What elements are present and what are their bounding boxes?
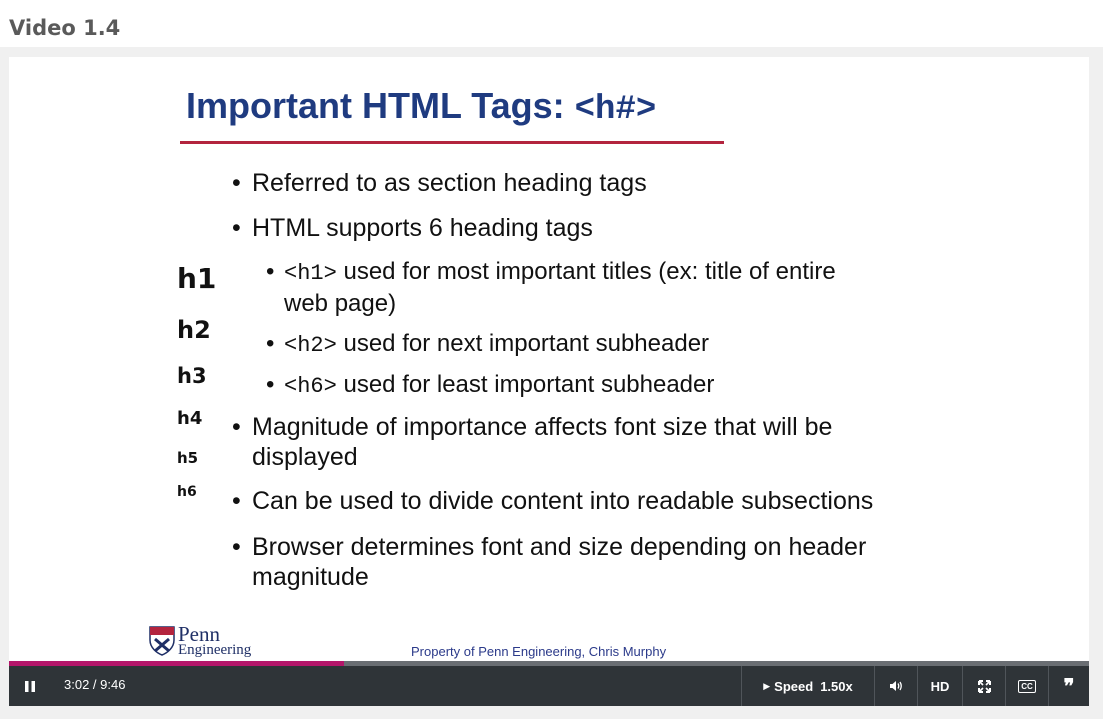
sub-bullet-h6-text: used for least important subheader xyxy=(336,371,715,398)
fullscreen-icon xyxy=(977,679,991,693)
duration: 9:46 xyxy=(100,677,126,692)
heading-sample-h5: h5 xyxy=(177,449,199,467)
speed-button[interactable]: ▶ Speed 1.50x xyxy=(742,666,874,706)
slide-title-code: <h#> xyxy=(574,91,657,129)
penn-engineering-logo: Penn Engineering xyxy=(149,622,269,660)
volume-button[interactable] xyxy=(875,666,917,706)
sub-bullet-h1-text-cont: web page) xyxy=(284,290,397,317)
heading-sample-h3: h3 xyxy=(177,364,207,388)
pause-button[interactable] xyxy=(15,666,45,706)
slide-title-text: Important HTML Tags: xyxy=(186,85,575,126)
h2-code: <h2> xyxy=(284,333,337,358)
h6-code: <h6> xyxy=(284,374,337,399)
time-display: 3:02 / 9:46 xyxy=(64,677,126,692)
sub-bullet-h1-text: used for most important titles (ex: titl… xyxy=(336,258,836,285)
hd-button[interactable]: HD xyxy=(918,666,962,706)
heading-sample-h4: h4 xyxy=(177,408,203,429)
sub-bullet-h2-text: used for next important subheader xyxy=(336,330,710,357)
slide-title: Important HTML Tags: <h#> xyxy=(186,85,656,129)
heading-sample-h2: h2 xyxy=(177,316,211,344)
pause-icon xyxy=(25,680,35,692)
bullet-4-text: Can be used to divide content into reada… xyxy=(252,487,874,515)
bullet-3: • Magnitude of importance affects font si… xyxy=(232,413,833,471)
volume-icon xyxy=(890,681,902,691)
sub-bullet-h2: • <h2> used for next important subheader xyxy=(266,330,710,358)
penn-shield-icon xyxy=(149,626,175,656)
video-player[interactable]: Important HTML Tags: <h#> • Referred to a… xyxy=(9,57,1089,662)
closed-captions-icon: CC xyxy=(1018,679,1036,693)
player-controls: 3:02 / 9:46 ▶ Speed 1.50x HD CC ❞ xyxy=(9,666,1089,706)
bullet-4: • Can be used to divide content into read… xyxy=(232,487,874,515)
bullet-3-text-cont: displayed xyxy=(252,443,358,471)
speed-value: 1.50x xyxy=(820,678,853,694)
bullet-5-text-cont: magnitude xyxy=(252,563,369,591)
page-heading: Video 1.4 xyxy=(9,16,121,40)
bullet-3-text: Magnitude of importance affects font siz… xyxy=(252,413,833,441)
sub-bullet-h1: • <h1> used for most important titles (ex… xyxy=(266,258,836,317)
bullet-1: • Referred to as section heading tags xyxy=(232,169,647,197)
bullet-2: • HTML supports 6 heading tags xyxy=(232,214,593,242)
title-underline xyxy=(180,141,724,144)
speed-label: Speed xyxy=(774,678,814,694)
sub-bullet-h6: • <h6> used for least important subheader xyxy=(266,371,715,399)
transcript-quote-icon: ❞ xyxy=(1063,674,1075,698)
bullet-1-text: Referred to as section heading tags xyxy=(252,169,647,197)
heading-sample-h1: h1 xyxy=(177,262,217,295)
current-time: 3:02 xyxy=(64,677,90,692)
copyright-text: Property of Penn Engineering, Chris Murp… xyxy=(411,644,667,659)
bullet-2-text: HTML supports 6 heading tags xyxy=(252,214,593,242)
h1-code: <h1> xyxy=(284,261,337,286)
transcript-button[interactable]: ❞ xyxy=(1049,666,1089,706)
fullscreen-button[interactable] xyxy=(963,666,1005,706)
logo-engineering-text: Engineering xyxy=(178,642,252,658)
caret-right-icon: ▶ xyxy=(763,680,771,691)
bullet-5: • Browser determines font and size depend… xyxy=(232,533,867,591)
closed-captions-button[interactable]: CC xyxy=(1006,666,1048,706)
heading-sample-h6: h6 xyxy=(177,484,197,500)
bullet-5-text: Browser determines font and size dependi… xyxy=(252,533,867,561)
